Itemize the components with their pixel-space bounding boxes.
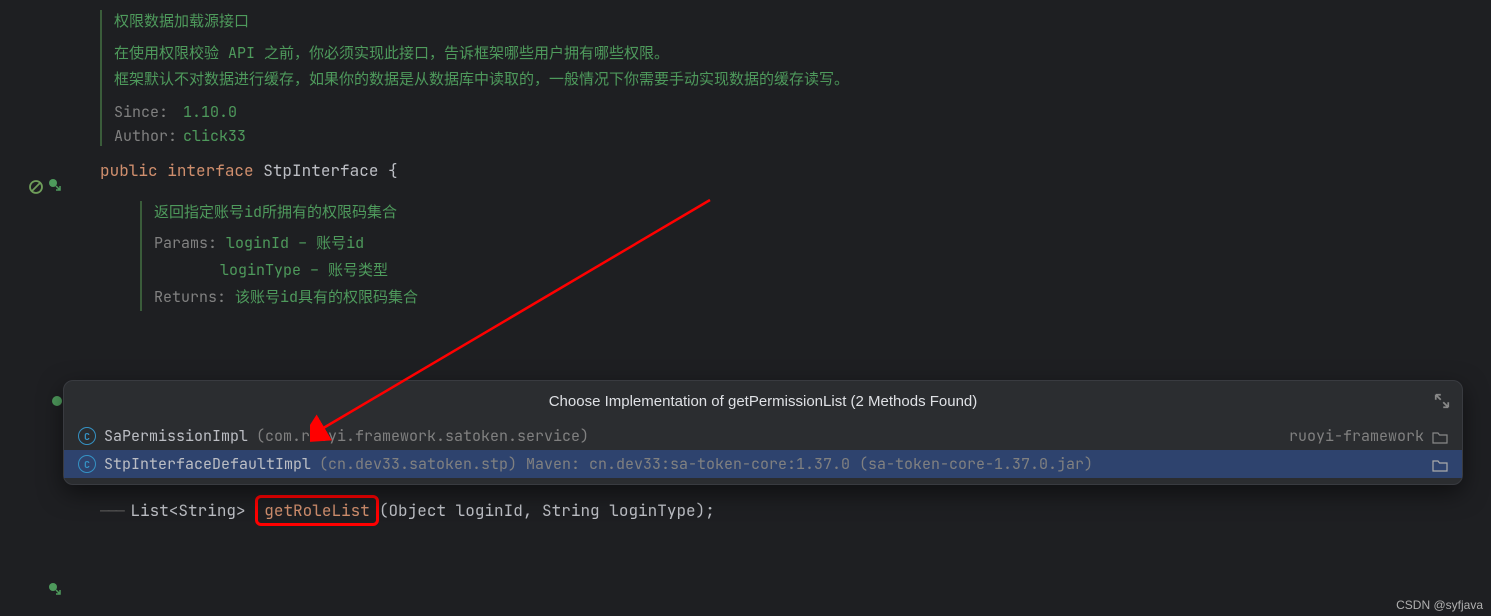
javadoc-author: click33 bbox=[183, 126, 246, 146]
choose-implementation-popup[interactable]: Choose Implementation of getPermissionLi… bbox=[63, 380, 1463, 485]
javadoc-class: 权限数据加载源接口 在使用权限校验 API 之前，你必须实现此接口，告诉框架哪些… bbox=[100, 10, 1491, 146]
javadoc-since-label: Since: bbox=[114, 102, 174, 122]
fold-indicator: ——— bbox=[100, 500, 130, 521]
javadoc-method-perm: 返回指定账号id所拥有的权限码集合 Params: loginId – 账号id… bbox=[140, 201, 1491, 311]
implementation-class: SaPermissionImpl bbox=[104, 426, 248, 446]
implementation-module: ruoyi-framework bbox=[1289, 426, 1424, 446]
javadoc-author-label: Author: bbox=[114, 126, 174, 146]
class-icon: C bbox=[78, 427, 96, 445]
javadoc-line: 在使用权限校验 API 之前，你必须实现此接口，告诉框架哪些用户拥有哪些权限。 bbox=[114, 41, 1491, 67]
override-down-icon[interactable] bbox=[48, 177, 62, 197]
javadoc-since: 1.10.0 bbox=[183, 102, 237, 122]
javadoc-title: 权限数据加载源接口 bbox=[114, 10, 1491, 31]
gutter-marker-icon[interactable] bbox=[52, 396, 62, 406]
watermark: CSDN @syfjava bbox=[1396, 598, 1483, 612]
override-down-icon[interactable] bbox=[48, 581, 62, 601]
popup-title: Choose Implementation of getPermissionLi… bbox=[64, 381, 1462, 422]
implementation-class: StpInterfaceDefaultImpl bbox=[104, 454, 311, 474]
class-icon: C bbox=[78, 455, 96, 473]
interface-declaration: public interface StpInterface { bbox=[100, 160, 1491, 181]
popup-expand-icon[interactable] bbox=[1432, 391, 1452, 411]
implementation-package: (com.ruoyi.framework.satoken.service) bbox=[256, 426, 589, 446]
folder-icon bbox=[1432, 429, 1448, 443]
code-editor[interactable]: 权限数据加载源接口 在使用权限校验 API 之前，你必须实现此接口，告诉框架哪些… bbox=[70, 0, 1491, 616]
no-entry-icon bbox=[28, 179, 44, 195]
javadoc-line: 框架默认不对数据进行缓存，如果你的数据是从数据库中读取的，一般情况下你需要手动实… bbox=[114, 67, 1491, 93]
implementation-row[interactable]: C SaPermissionImpl (com.ruoyi.framework.… bbox=[64, 422, 1462, 450]
implementation-package: (cn.dev33.satoken.stp) Maven: cn.dev33:s… bbox=[319, 454, 1093, 474]
folder-icon bbox=[1432, 457, 1448, 471]
method-getRoleList: ——— List<String> getRoleList(Object logi… bbox=[100, 495, 1491, 526]
highlighted-method-name: getRoleList bbox=[255, 495, 379, 526]
gutter bbox=[0, 0, 70, 616]
implementation-row[interactable]: C StpInterfaceDefaultImpl (cn.dev33.sato… bbox=[64, 450, 1462, 478]
